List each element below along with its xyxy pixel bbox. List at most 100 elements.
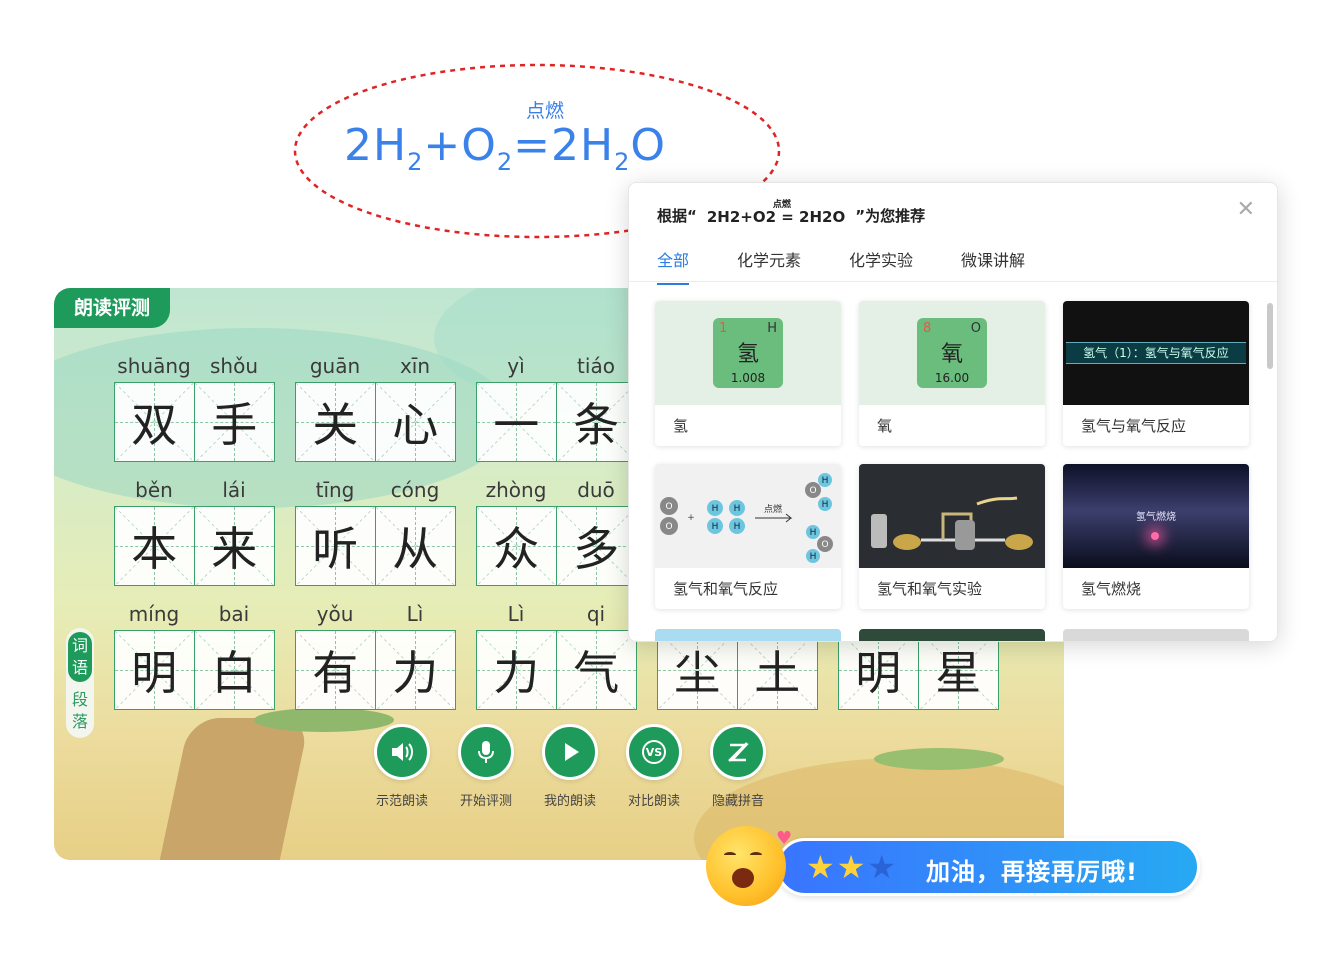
character: 关	[312, 398, 359, 452]
card-caption: 氢气和氧气实验	[877, 580, 983, 598]
my-read-label: 我的朗读	[543, 794, 596, 809]
atomic-mass: 1.008	[730, 371, 766, 385]
tab-chemical-experiments[interactable]: 化学实验	[849, 247, 913, 285]
pinyin-line: yǒu Lì	[295, 602, 456, 630]
star-filled-icon: ★	[806, 848, 835, 886]
word-item[interactable]: tīng cóng 听从	[295, 478, 456, 587]
hide-pinyin-icon	[728, 742, 749, 762]
lab-apparatus	[871, 496, 1033, 550]
close-icon[interactable]: ✕	[1237, 197, 1255, 222]
character-cell: 听	[295, 506, 376, 586]
background-cliff	[158, 718, 310, 860]
character-cell: 多	[556, 506, 637, 587]
compare-read-label: 对比朗读	[627, 794, 680, 809]
speaker-icon	[392, 743, 413, 761]
pinyin-line: Lì qi	[476, 602, 637, 630]
character-grid: 众多	[476, 506, 637, 587]
hide-pinyin-button[interactable]	[710, 724, 766, 780]
reaction-diagram-thumbnail: O O + H H H H 点燃 O H H O H H	[655, 464, 841, 568]
star-rating: ★ ★ ★	[806, 850, 898, 884]
card-caption: 氢气和氧气反应	[673, 580, 779, 598]
pinyin-line: shuāng shǒu	[114, 354, 275, 382]
recommend-card[interactable]: 8 O 氧 16.00 氧	[859, 301, 1045, 446]
character-grid: 有力	[295, 630, 456, 711]
word-item[interactable]: yì tiáo 一条	[476, 354, 637, 463]
tab-paragraph[interactable]: 段落	[68, 686, 92, 736]
my-read-button[interactable]	[542, 724, 598, 780]
character-cell: 明	[838, 630, 919, 710]
start-eval-button[interactable]	[458, 724, 514, 780]
tab-chemical-elements[interactable]: 化学元素	[737, 247, 801, 285]
character: 力	[493, 646, 540, 700]
word-item[interactable]: běn lái 本来	[114, 478, 275, 587]
tab-micro-lessons[interactable]: 微课讲解	[961, 247, 1025, 285]
element-symbol: H	[767, 321, 777, 336]
pinyin-line: tīng cóng	[295, 478, 456, 506]
element-symbol: O	[970, 321, 981, 336]
character-cell: 来	[194, 506, 275, 587]
pinyin-syllable: zhòng	[485, 478, 547, 502]
word-item[interactable]: zhòng duō 众多	[476, 478, 637, 587]
tabs-divider	[629, 281, 1277, 282]
tab-all[interactable]: 全部	[657, 247, 690, 285]
video-thumbnail: 氢气（1）：氢气与氧气反应	[1063, 301, 1249, 405]
recommend-card[interactable]: 氢气燃烧 氢气燃烧	[1063, 464, 1249, 609]
pinyin-syllable: lái	[222, 478, 246, 502]
playback-controls: 示范朗读 开始评测 我的朗读 VS 对比朗读 隐藏拼音	[360, 724, 780, 809]
character-grid: 力气	[476, 630, 637, 711]
svg-text:H: H	[712, 504, 719, 514]
character-grid: 本来	[114, 506, 275, 587]
start-eval-control: 开始评测	[444, 724, 528, 809]
word-item[interactable]: shuāng shǒu 双手	[114, 354, 275, 463]
recommend-card[interactable]: 氢气（1）：氢气与氧气反应 氢气与氧气反应	[1063, 301, 1249, 446]
recommend-card[interactable]: 氢气和氧气实验	[859, 464, 1045, 609]
element-tile: 8 O 氧 16.00	[917, 318, 987, 388]
cheer-emoji-icon	[706, 826, 786, 906]
pinyin-line: běn lái	[114, 478, 275, 506]
pinyin-syllable: qi	[586, 602, 606, 626]
character-cell: 众	[476, 506, 557, 586]
atomic-number: 8	[923, 321, 932, 336]
vs-icon: VS	[642, 740, 666, 764]
panel-title-tag: 朗读评测	[54, 288, 171, 328]
background-tree	[874, 748, 1004, 770]
pinyin-syllable: Lì	[507, 602, 525, 626]
title-equation-text: 2H2+O2 = 2H2O	[706, 208, 846, 226]
compare-read-control: VS 对比朗读	[612, 724, 696, 809]
tab-words[interactable]: 词语	[68, 632, 92, 682]
popup-scrollbar[interactable]	[1267, 303, 1273, 369]
word-item[interactable]: míng bai 明白	[114, 602, 275, 711]
character: 土	[754, 646, 801, 700]
character: 星	[935, 646, 982, 700]
flame-glow	[1151, 532, 1159, 540]
character: 尘	[674, 646, 721, 700]
demo-read-button[interactable]	[374, 724, 430, 780]
character-cell: 有	[295, 630, 376, 710]
word-item[interactable]: Lì qi 力气	[476, 602, 637, 711]
word-item[interactable]: yǒu Lì 有力	[295, 602, 456, 711]
pinyin-syllable: xīn	[399, 354, 431, 378]
start-eval-label: 开始评测	[459, 794, 512, 809]
word-item[interactable]: guān xīn 关心	[295, 354, 456, 463]
svg-text:H: H	[734, 522, 741, 532]
pinyin-syllable: shuāng	[117, 354, 191, 378]
character-grid: 听从	[295, 506, 456, 587]
word-row: shuāng shǒu 双手 guān xīn 关心 yì tiáo 一条	[114, 354, 657, 463]
handwritten-equation: 2H2+O2=2H2O	[344, 120, 667, 176]
svg-text:H: H	[810, 552, 817, 562]
pinyin-syllable: tīng	[315, 478, 355, 502]
svg-text:H: H	[822, 476, 829, 486]
word-row: běn lái 本来 tīng cóng 听从 zhòng duō 众多	[114, 478, 657, 587]
recommend-card[interactable]: O O + H H H H 点燃 O H H O H H 氢气和氧气反应	[655, 464, 841, 609]
card-caption: 氢气燃烧	[1081, 580, 1142, 598]
pinyin-line: yì tiáo	[476, 354, 637, 382]
character-cell: 条	[556, 382, 637, 463]
mode-switch: 词语 段落	[66, 628, 94, 738]
character-grid: 明星	[838, 630, 999, 711]
compare-read-button[interactable]: VS	[626, 724, 682, 780]
character: 双	[131, 398, 178, 452]
recommend-card[interactable]: 1 H 氢 1.008 氢	[655, 301, 841, 446]
character-grid: 双手	[114, 382, 275, 463]
my-read-control: 我的朗读	[528, 724, 612, 809]
reaction-condition: 点燃	[526, 100, 565, 122]
